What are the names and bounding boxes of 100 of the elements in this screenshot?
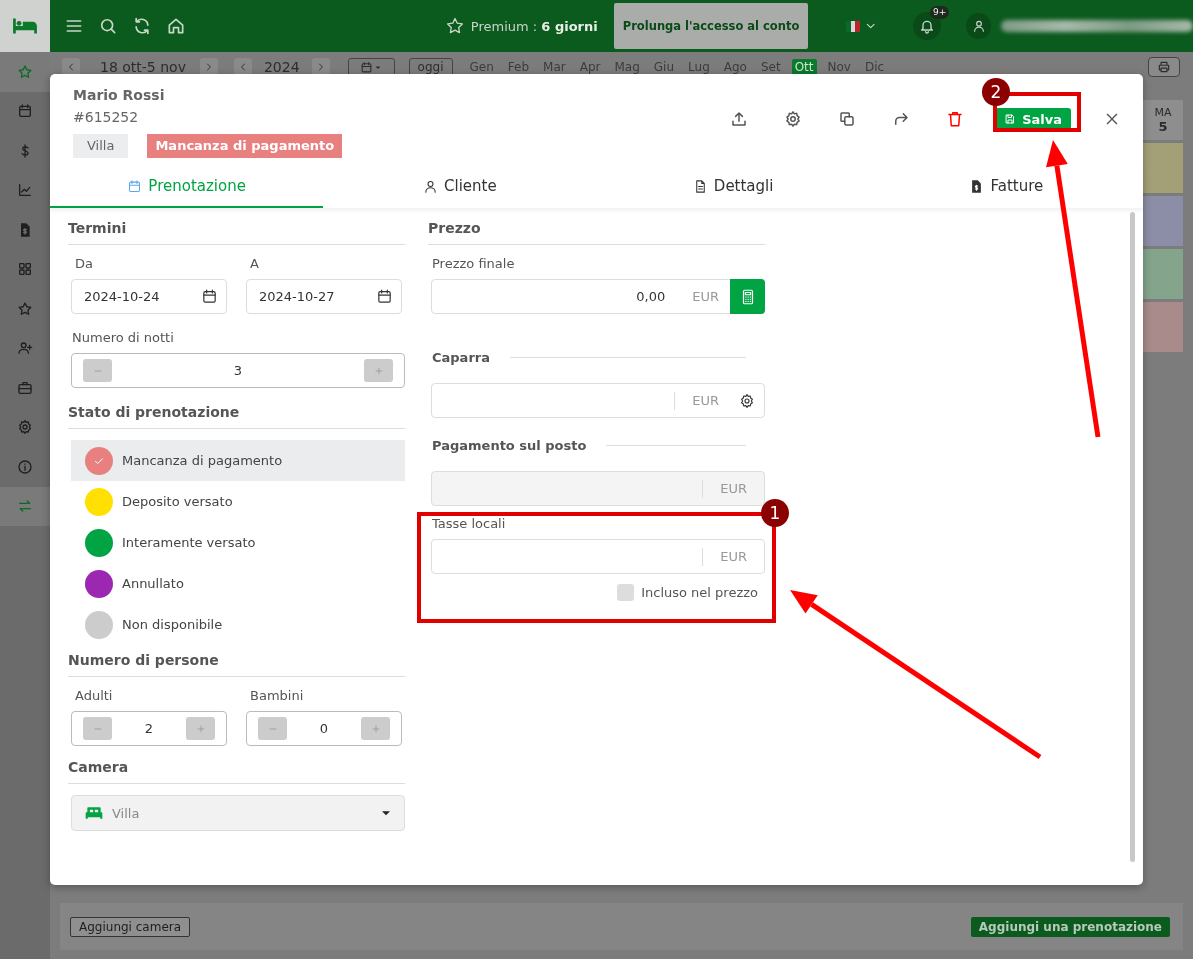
status-option[interactable]: Deposito versato <box>71 481 405 522</box>
price-field[interactable]: EUR <box>431 383 765 418</box>
month-tab[interactable]: Gen <box>466 59 497 75</box>
scrollbar[interactable] <box>1130 212 1135 862</box>
field-value: 2024-10-27 <box>259 289 336 304</box>
section-title: Numero di persone <box>68 652 405 677</box>
refresh-icon[interactable] <box>132 16 152 36</box>
chart-icon <box>17 182 33 199</box>
print-button[interactable] <box>1148 57 1180 77</box>
field-label: Bambini <box>250 688 305 703</box>
month-tab[interactable]: Apr <box>576 59 604 75</box>
calendar-icon <box>127 178 143 194</box>
field-value: 0,00 <box>635 289 667 304</box>
status-tag: Mancanza di pagamento <box>147 134 343 158</box>
forward-icon[interactable] <box>892 110 911 128</box>
add-booking-button[interactable]: Aggiungi una prenotazione <box>970 916 1170 937</box>
star-icon <box>444 16 465 36</box>
user-avatar[interactable] <box>966 13 992 39</box>
tab[interactable]: Fatture <box>869 166 1143 208</box>
home-icon[interactable] <box>166 16 186 36</box>
date-field[interactable]: 2024-10-27 <box>246 279 402 314</box>
copy-icon[interactable] <box>838 110 857 128</box>
step-badge: 2 <box>982 78 1010 106</box>
status-option[interactable]: Mancanza di pagamento <box>71 440 405 481</box>
step-badge: 1 <box>761 499 789 527</box>
star-icon <box>17 63 33 80</box>
guest-name: Mario Rossi <box>73 87 166 103</box>
month-tab[interactable]: Ago <box>720 59 750 75</box>
stepper-value: 2 <box>144 721 154 736</box>
user-icon <box>971 19 986 33</box>
user-icon <box>423 178 439 194</box>
month-tab[interactable]: Nov <box>824 59 854 75</box>
date-field[interactable]: 2024-10-24 <box>71 279 227 314</box>
date-range: 18 ott-5 nov <box>100 59 186 75</box>
month-tab[interactable]: Mar <box>540 59 569 75</box>
field-label: Adulti <box>75 688 114 703</box>
status-option[interactable]: Interamente versato <box>71 522 405 563</box>
calendar-icon <box>359 60 373 74</box>
briefcase-icon <box>17 379 33 396</box>
month-tab[interactable]: Feb <box>504 59 533 75</box>
checkbox-label[interactable]: Incluso nel prezzo <box>641 585 758 600</box>
calculator-button[interactable] <box>730 279 765 314</box>
calendar-icon <box>17 103 33 120</box>
section-title: Stato di prenotazione <box>68 404 405 429</box>
printer-icon <box>1157 60 1171 74</box>
calendar-icon[interactable] <box>376 288 393 305</box>
add-room-button[interactable]: Aggiungi camera <box>70 916 191 937</box>
gear-icon <box>17 419 33 436</box>
upload-icon[interactable] <box>730 110 749 128</box>
month-tab[interactable]: Mag <box>611 59 643 75</box>
swap-arrows-icon <box>17 498 33 515</box>
tab[interactable]: Cliente <box>323 166 597 208</box>
add-user-icon <box>17 340 33 357</box>
booking-id: #615252 <box>73 109 140 125</box>
settings-icon[interactable] <box>784 110 803 128</box>
currency-label: EUR <box>691 289 720 304</box>
month-tab[interactable]: Set <box>757 59 784 75</box>
notification-badge: 9+ <box>929 6 950 19</box>
section-title: Caparra <box>432 350 490 365</box>
field-label: Da <box>75 256 94 271</box>
settings-icon[interactable] <box>739 392 755 409</box>
stepper-value: 3 <box>233 363 243 378</box>
trash-icon[interactable] <box>946 110 965 128</box>
status-option[interactable]: Annullato <box>71 563 405 604</box>
month-tab[interactable]: Lug <box>685 59 713 75</box>
month-tab[interactable]: Dic <box>861 59 888 75</box>
price-field[interactable]: EUR <box>431 539 765 574</box>
room-select[interactable]: Villa <box>71 795 405 831</box>
close-icon[interactable] <box>1104 111 1120 127</box>
year-label: 2024 <box>263 59 300 75</box>
info-icon <box>17 458 33 475</box>
status-option[interactable]: Non disponibile <box>71 604 405 645</box>
weekday-label: MA <box>1154 106 1172 120</box>
extend-access-button[interactable]: Prolunga l'accesso al conto <box>613 3 809 49</box>
checkbox[interactable] <box>617 584 635 601</box>
month-tab[interactable]: Giu <box>650 59 678 75</box>
search-icon[interactable] <box>98 16 118 36</box>
price-field[interactable]: 0,00 EUR <box>431 279 765 314</box>
day-number: 5 <box>1158 120 1168 134</box>
field-label: Tasse locali <box>432 516 507 531</box>
field-label: A <box>250 256 260 271</box>
section-title: Termini <box>68 220 405 245</box>
field-value: 2024-10-24 <box>84 289 161 304</box>
stepper-value: 0 <box>319 721 329 736</box>
plus-icon <box>373 365 384 376</box>
section-title: Pagamento sul posto <box>432 438 587 453</box>
field-label: Numero di notti <box>72 330 175 345</box>
calendar-icon[interactable] <box>201 288 218 305</box>
month-tab[interactable]: Ott <box>791 59 817 75</box>
tab[interactable]: Dettagli <box>596 166 870 208</box>
room-tag: Villa <box>73 134 129 158</box>
grid-icon <box>17 261 33 278</box>
currency-label: EUR <box>719 481 748 496</box>
italian-flag-icon[interactable] <box>846 20 860 32</box>
tab[interactable]: Prenotazione <box>50 166 324 208</box>
bell-icon <box>919 18 936 34</box>
premium-status: Premium : 6 giorni <box>470 18 598 34</box>
field-label: Prezzo finale <box>432 256 516 271</box>
plus-icon <box>195 723 206 734</box>
section-title: Camera <box>68 759 405 784</box>
